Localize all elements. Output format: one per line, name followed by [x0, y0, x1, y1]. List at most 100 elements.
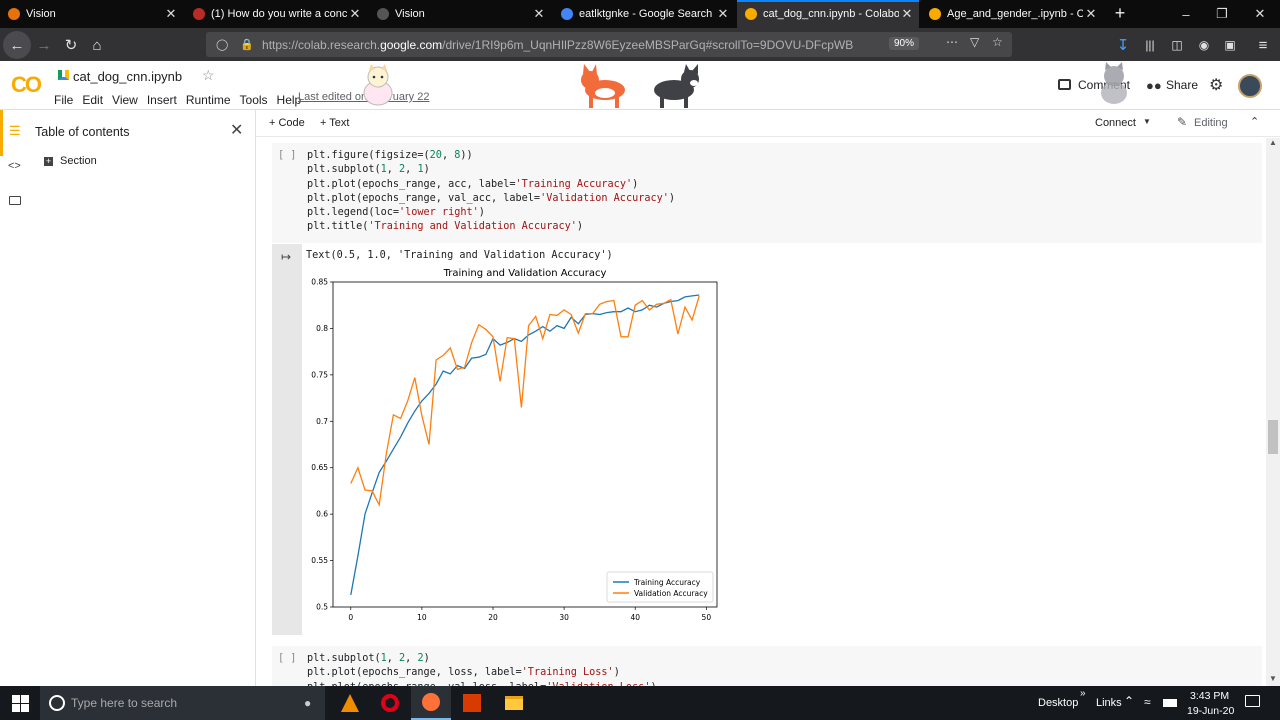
close-tab-icon[interactable]: ✕ [899, 6, 915, 22]
avatar[interactable] [1238, 74, 1262, 98]
toc-icon[interactable]: ☰ [0, 110, 28, 156]
desktop-toolbar[interactable]: Desktop [1038, 697, 1078, 709]
tab-5[interactable]: cat_dog_cnn.ipynb - Colabora ✕ [737, 0, 919, 28]
lock-icon: 🔒 [240, 39, 255, 51]
opera-icon[interactable] [370, 686, 410, 720]
account-icon[interactable]: ◉ [1190, 31, 1218, 59]
code-token: plt.figure(figsize=( [307, 150, 430, 161]
code-line: plt.figure(figsize=(20, 8)) [307, 149, 675, 163]
menu-insert[interactable]: Insert [147, 93, 177, 107]
run-cell-bracket[interactable]: [ ] [278, 652, 296, 666]
office-icon[interactable] [452, 686, 492, 720]
close-tab-icon[interactable]: ✕ [715, 6, 731, 22]
menu-tools[interactable]: Tools [240, 93, 268, 107]
collapse-header-icon[interactable]: ⌃ [1250, 115, 1259, 128]
toc-item-section[interactable]: Section [60, 155, 97, 167]
tab-3[interactable]: Vision ✕ [369, 0, 551, 28]
downloads-icon[interactable]: ↧ [1109, 31, 1137, 59]
microphone-icon[interactable]: ● [304, 696, 311, 710]
code-cell[interactable]: [ ] plt.figure(figsize=(20, 8)) plt.subpl… [272, 143, 1262, 243]
extension-icon[interactable]: ▣ [1216, 31, 1244, 59]
home-icon[interactable]: ⌂ [83, 31, 111, 59]
close-tab-icon[interactable]: ✕ [1083, 6, 1099, 22]
new-tab-button[interactable]: + [1110, 4, 1130, 24]
library-icon[interactable]: ||| [1136, 31, 1164, 59]
code-editor[interactable]: plt.figure(figsize=(20, 8)) plt.subplot(1… [307, 149, 675, 235]
menu-file[interactable]: File [54, 93, 73, 107]
pocket-icon[interactable]: ▽ [970, 35, 979, 49]
x-tick-label: 30 [559, 613, 569, 622]
notification-icon[interactable] [1245, 695, 1260, 707]
scroll-down-icon[interactable]: ▼ [1269, 674, 1277, 683]
code-token: plt.legend(loc= [307, 207, 400, 219]
code-cell[interactable]: [ ] plt.subplot(1, 2, 2) plt.plot(epochs_… [272, 646, 1262, 686]
vlc-icon[interactable] [330, 686, 370, 720]
share-people-icon[interactable]: ●● [1146, 78, 1162, 93]
code-token: , [405, 164, 418, 176]
firefox-taskbar-icon[interactable] [411, 686, 451, 720]
comment-icon[interactable] [1058, 79, 1071, 90]
connect-button[interactable]: Connect [1095, 117, 1136, 129]
wifi-icon[interactable]: ≈ [1144, 695, 1151, 709]
windows-start-icon[interactable] [0, 686, 40, 720]
code-token: ) [423, 164, 430, 176]
tab-6[interactable]: Age_and_gender_.ipynb - Cola✕ [921, 0, 1103, 28]
clock-date[interactable]: 19-Jun-20 [1187, 705, 1234, 717]
expand-section-icon[interactable]: + [44, 157, 53, 166]
clock-time[interactable]: 3:43 PM [1190, 690, 1229, 702]
code-editor[interactable]: plt.subplot(1, 2, 2) plt.plot(epochs_rang… [307, 652, 657, 686]
forward-icon[interactable]: → [30, 31, 58, 59]
links-toolbar[interactable]: Links [1096, 697, 1122, 709]
file-explorer-icon[interactable] [494, 686, 534, 720]
page-actions-icon[interactable]: ⋯ [946, 35, 958, 49]
code-snippets-icon[interactable]: <> [8, 160, 21, 172]
add-code-button[interactable]: + Code [269, 117, 305, 129]
tab-1[interactable]: Vision ✕ [0, 0, 183, 28]
reload-icon[interactable]: ↻ [57, 31, 85, 59]
tray-chevron-icon[interactable]: ⌃ [1124, 694, 1134, 708]
kitten-mascot-icon [1101, 62, 1127, 104]
close-window-icon[interactable]: ✕ [1242, 0, 1278, 28]
menu-edit[interactable]: Edit [82, 93, 103, 107]
url-bar[interactable]: ◯ 🔒 https://colab.research.google.com/dr… [206, 32, 1012, 57]
share-button[interactable]: Share [1166, 78, 1198, 92]
close-tab-icon[interactable]: ✕ [531, 6, 547, 22]
scrollbar-thumb[interactable] [1268, 420, 1278, 454]
code-token: plt.plot(epochs_range, loss, label= [307, 667, 522, 679]
google-icon [561, 8, 573, 20]
files-folder-icon[interactable] [9, 196, 21, 205]
chart-background [302, 264, 742, 624]
code-token: , [386, 653, 400, 664]
add-text-button[interactable]: + Text [320, 117, 349, 129]
taskbar-search-box[interactable]: Type here to search ● [40, 686, 325, 720]
menu-view[interactable]: View [112, 93, 138, 107]
toolbar-overflow-icon[interactable]: » [1080, 688, 1086, 699]
battery-icon[interactable] [1163, 699, 1177, 707]
close-toc-icon[interactable]: ✕ [230, 120, 243, 140]
scrollbar[interactable]: ▲ ▼ [1266, 138, 1280, 686]
menu-runtime[interactable]: Runtime [186, 93, 231, 107]
x-tick-label: 10 [417, 613, 427, 622]
close-tab-icon[interactable]: ✕ [347, 6, 363, 22]
output-icon[interactable]: ↦ [281, 250, 291, 264]
colab-logo[interactable]: CO [11, 72, 42, 98]
hamburger-menu-icon[interactable]: ≡ [1249, 31, 1277, 59]
tab-2[interactable]: (1) How do you write a conclu ✕ [185, 0, 367, 28]
zoom-level[interactable]: 90% [889, 37, 920, 50]
settings-gear-icon[interactable]: ⚙ [1209, 75, 1223, 95]
run-cell-bracket[interactable]: [ ] [278, 149, 296, 163]
tab-title: Age_and_gender_.ipynb - Cola [947, 8, 1083, 20]
close-tab-icon[interactable]: ✕ [163, 6, 179, 22]
scroll-up-icon[interactable]: ▲ [1269, 138, 1277, 147]
connect-dropdown-icon[interactable]: ▼ [1143, 117, 1151, 126]
notebook-title[interactable]: cat_dog_cnn.ipynb [73, 69, 182, 84]
back-icon[interactable]: ← [3, 31, 31, 59]
sidebar-icon[interactable]: ◫ [1163, 31, 1191, 59]
bookmark-star-icon[interactable]: ☆ [992, 35, 1003, 49]
tab-4[interactable]: eatlktgnke - Google Search ✕ [553, 0, 735, 28]
editing-mode-button[interactable]: Editing [1194, 117, 1228, 129]
code-token-string: 'Training and Validation Accuracy' [368, 221, 577, 233]
minimize-icon[interactable]: – [1168, 0, 1204, 28]
star-icon[interactable]: ☆ [202, 67, 215, 84]
restore-icon[interactable]: ❐ [1204, 0, 1240, 28]
